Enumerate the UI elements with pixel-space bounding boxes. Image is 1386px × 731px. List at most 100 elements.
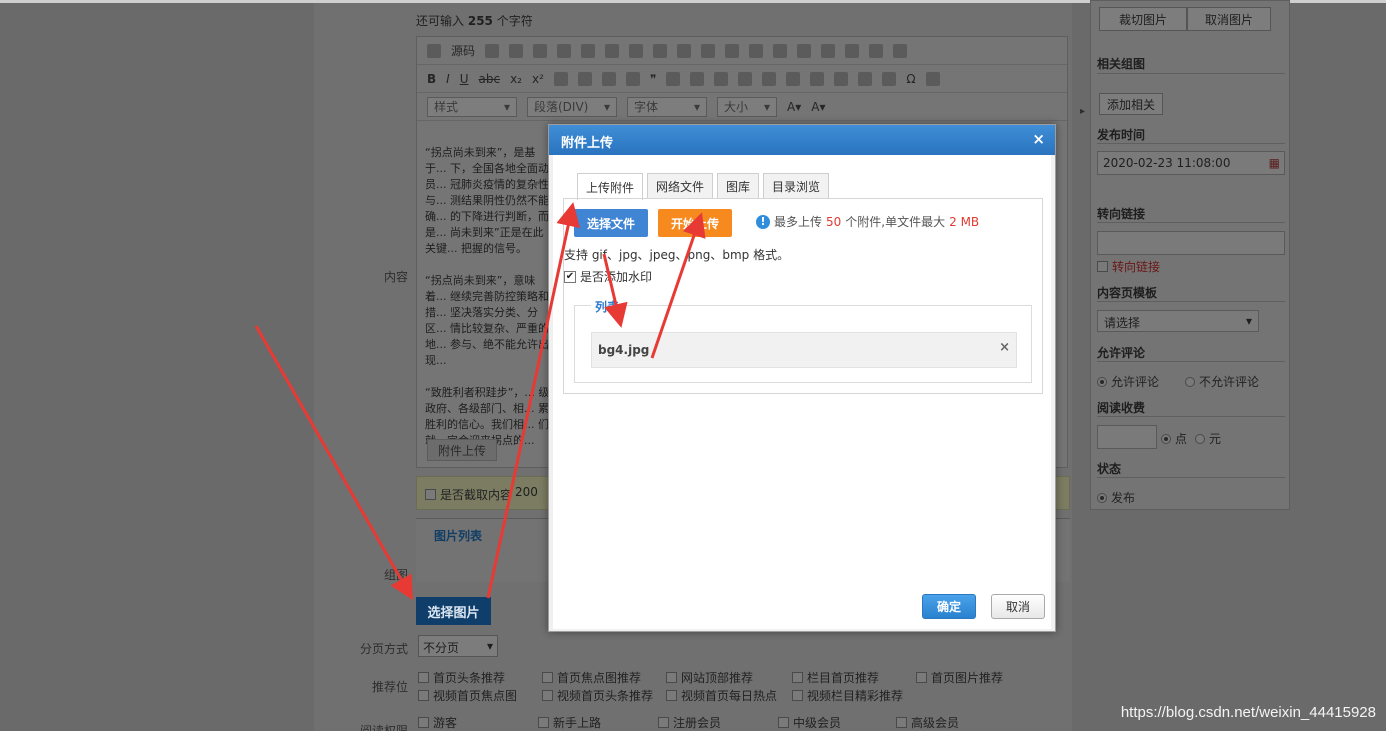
smiley-icon[interactable] <box>882 71 897 86</box>
select-image-button[interactable]: 选择图片 <box>416 597 491 625</box>
style-select[interactable]: 样式 ▾ <box>427 96 517 117</box>
dialog-title: 附件上传 <box>561 136 614 151</box>
font-select[interactable]: 字体 ▾ <box>627 96 707 117</box>
remove-file-icon[interactable]: × <box>999 340 1010 355</box>
align-right-icon[interactable] <box>714 71 729 86</box>
recommend-checkbox[interactable]: 视频首页头条推荐 <box>542 687 653 704</box>
ordered-list-icon[interactable] <box>553 71 568 86</box>
close-icon[interactable]: × <box>1032 130 1045 148</box>
anchor-icon[interactable] <box>810 71 825 86</box>
italic-icon[interactable]: I <box>446 72 450 86</box>
redirect-input[interactable] <box>1097 231 1285 255</box>
tab-network-file[interactable]: 网络文件 <box>647 173 714 199</box>
link-icon[interactable] <box>762 71 777 86</box>
strikethrough-icon[interactable]: abc <box>479 72 501 86</box>
paging-select[interactable]: 不分页 ▾ <box>418 635 498 657</box>
image-icon[interactable] <box>797 43 812 58</box>
recommend-checkbox[interactable]: 首页头条推荐 <box>418 669 505 686</box>
paste-text-icon[interactable] <box>581 43 596 58</box>
editor-attachment-button[interactable]: 附件上传 <box>427 439 497 461</box>
redo-icon[interactable] <box>677 43 692 58</box>
truncate-value[interactable]: 200 <box>515 485 538 499</box>
confirm-button[interactable]: 确定 <box>922 594 976 619</box>
underline-icon[interactable]: U <box>460 72 469 86</box>
permission-checkbox[interactable]: 新手上路 <box>538 714 601 731</box>
cancel-image-button[interactable]: 取消图片 <box>1187 7 1271 31</box>
special-char-icon[interactable]: Ω <box>906 72 915 86</box>
select-all-icon[interactable] <box>725 43 740 58</box>
size-select[interactable]: 大小 ▾ <box>717 96 777 117</box>
bold-icon[interactable]: B <box>427 72 436 86</box>
comment-deny-radio[interactable]: 不允许评论 <box>1185 373 1259 390</box>
permission-checkbox[interactable]: 高级会员 <box>896 714 959 731</box>
recommend-checkbox[interactable]: 栏目首页推荐 <box>792 669 879 686</box>
tab-directory[interactable]: 目录浏览 <box>763 173 830 199</box>
charge-yuan-radio[interactable]: 元 <box>1195 430 1221 447</box>
blockquote-icon[interactable]: ❞ <box>650 72 656 86</box>
publish-time-value: 2020-02-23 11:08:00 <box>1103 156 1231 170</box>
charge-points-radio[interactable]: 点 <box>1161 430 1187 447</box>
calendar-icon[interactable]: ▦ <box>1269 156 1280 170</box>
source-button[interactable]: 源码 <box>451 42 475 59</box>
tab-upload[interactable]: 上传附件 <box>577 173 644 200</box>
find-icon[interactable] <box>701 43 716 58</box>
checkbox-box <box>418 717 429 728</box>
select-file-button[interactable]: 选择文件 <box>574 209 648 237</box>
indent-icon[interactable] <box>625 71 640 86</box>
cut-icon[interactable] <box>509 43 524 58</box>
paragraph-select[interactable]: 段落(DIV) ▾ <box>527 96 617 117</box>
add-related-button[interactable]: 添加相关 <box>1099 93 1163 115</box>
horizontal-rule-icon[interactable] <box>858 71 873 86</box>
file-list-item[interactable]: bg4.jpg × <box>591 332 1017 368</box>
superscript-icon[interactable]: x² <box>532 72 544 86</box>
redirect-checkbox[interactable]: 转向链接 <box>1097 258 1160 275</box>
crop-image-button[interactable]: 裁切图片 <box>1099 7 1187 31</box>
flash-icon[interactable] <box>821 43 836 58</box>
tab-gallery[interactable]: 图库 <box>717 173 760 199</box>
undo-icon[interactable] <box>653 43 668 58</box>
recommend-checkbox[interactable]: 首页焦点图推荐 <box>542 669 641 686</box>
recommend-checkbox[interactable]: 视频首页每日热点 <box>666 687 777 704</box>
collapse-arrow-icon[interactable]: ▸ <box>1080 106 1085 117</box>
paste-word-icon[interactable] <box>605 43 620 58</box>
publish-time-input[interactable]: 2020-02-23 11:08:00 ▦ <box>1097 151 1285 175</box>
charge-input[interactable] <box>1097 425 1157 449</box>
align-center-icon[interactable] <box>690 71 705 86</box>
comment-allow-radio[interactable]: 允许评论 <box>1097 373 1159 390</box>
source-icon[interactable] <box>427 43 441 58</box>
unordered-list-icon[interactable] <box>577 71 592 86</box>
permission-checkbox[interactable]: 游客 <box>418 714 457 731</box>
start-upload-button[interactable]: 开始上传 <box>658 209 732 237</box>
permission-checkbox[interactable]: 注册会员 <box>658 714 721 731</box>
globe-icon[interactable] <box>893 43 908 58</box>
editor-content[interactable]: “拐点尚未到来”，是基于... 下，全国各地全面动员... 冠肺炎疫情的复杂性与… <box>425 145 553 465</box>
template-icon[interactable] <box>485 43 500 58</box>
recommend-checkbox[interactable]: 视频首页焦点图 <box>418 687 517 704</box>
spellcheck-icon[interactable] <box>773 43 788 58</box>
video-icon[interactable] <box>869 43 884 58</box>
table-icon[interactable] <box>834 71 849 86</box>
recommend-checkbox[interactable]: 首页图片推荐 <box>916 669 1003 686</box>
watermark-checkbox[interactable]: ✔ 是否添加水印 <box>564 268 652 285</box>
redirect-title: 转向链接 <box>1097 207 1146 221</box>
justify-icon[interactable] <box>738 71 753 86</box>
bg-color-icon[interactable]: A▾ <box>811 100 825 114</box>
recommend-checkbox[interactable]: 网站顶部推荐 <box>666 669 753 686</box>
subscript-icon[interactable]: x₂ <box>510 72 522 86</box>
text-color-icon[interactable]: A▾ <box>787 100 801 114</box>
permission-checkbox[interactable]: 中级会员 <box>778 714 841 731</box>
media-icon[interactable] <box>845 43 860 58</box>
print-icon[interactable] <box>629 43 644 58</box>
align-left-icon[interactable] <box>666 71 681 86</box>
paste-icon[interactable] <box>557 43 572 58</box>
outdent-icon[interactable] <box>601 71 616 86</box>
truncate-checkbox[interactable]: 是否截取内容 <box>425 486 512 503</box>
template-select[interactable]: 请选择 ▾ <box>1097 310 1259 332</box>
page-break-icon[interactable] <box>925 71 940 86</box>
status-publish-radio[interactable]: 发布 <box>1097 489 1135 506</box>
recommend-checkbox[interactable]: 视频栏目精彩推荐 <box>792 687 903 704</box>
unlink-icon[interactable] <box>786 71 801 86</box>
cancel-button[interactable]: 取消 <box>991 594 1045 619</box>
copy-icon[interactable] <box>533 43 548 58</box>
remove-format-icon[interactable] <box>749 43 764 58</box>
